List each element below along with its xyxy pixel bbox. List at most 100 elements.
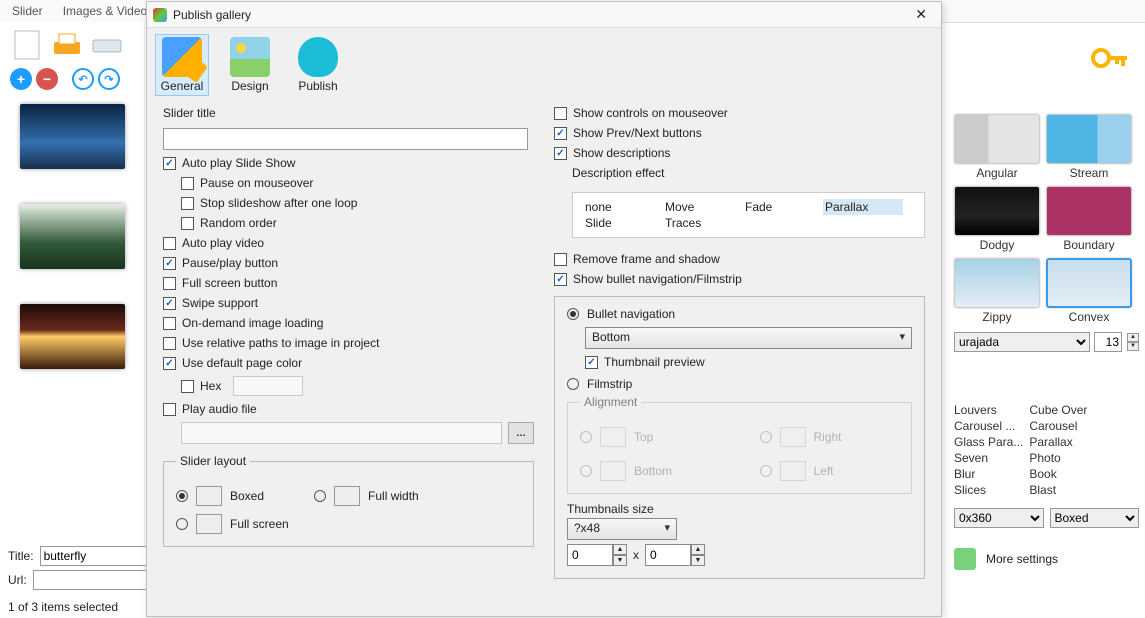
chk-ondemand-loading[interactable]: On-demand image loading [163,316,534,330]
sidebar-small-tools: + − ↶ ↷ [0,68,144,96]
navigation-fieldset: Bullet navigation Bottom ✓Thumbnail prev… [554,296,925,579]
effect-item[interactable]: Slices [954,482,1023,498]
font-select[interactable]: urajada [954,332,1090,352]
effects-list-right[interactable]: Cube OverCarouselParallaxPhotoBookBlast [1029,402,1087,498]
app-icon [153,8,167,22]
image-thumb[interactable] [20,104,125,169]
chk-pause-play-button[interactable]: ✓Pause/play button [163,256,534,270]
template-zippy[interactable]: Zippy [954,258,1040,324]
effect-item[interactable]: Carousel ... [954,418,1023,434]
radio-align-top[interactable]: Top [580,427,720,447]
thumbs-size-select[interactable]: ?x48 [567,518,677,540]
rotate-right-icon[interactable]: ↷ [98,68,120,90]
remove-button[interactable]: − [36,68,58,90]
font-size-input[interactable] [1094,332,1122,352]
template-dodgy[interactable]: Dodgy [954,186,1040,252]
size-select[interactable]: 0x360 [954,508,1044,528]
general-icon [162,37,202,77]
radio-align-bottom[interactable]: Bottom [580,461,720,481]
close-button[interactable]: ✕ [911,4,931,25]
shape-select[interactable]: Boxed [1050,508,1140,528]
bottom-meta: Title: Url: 1 of 3 items selected [8,542,143,614]
effect-item[interactable]: Louvers [954,402,1023,418]
tab-slider[interactable]: Slider [8,2,47,20]
image-thumb[interactable] [20,304,125,369]
radio-align-left[interactable]: Left [760,461,900,481]
more-settings-button[interactable]: More settings [954,548,1139,570]
chk-stop-after-loop[interactable]: Stop slideshow after one loop [181,196,534,210]
chk-bullet-filmstrip[interactable]: ✓Show bullet navigation/Filmstrip [554,272,925,286]
chk-hex[interactable]: Hex [181,376,534,396]
desc-effect-option[interactable]: Fade [743,199,823,215]
desc-effect-option[interactable]: Move [663,199,743,215]
effects-list-left[interactable]: LouversCarousel ...Glass Para...SevenBlu… [954,402,1023,498]
desc-effect-option[interactable]: Parallax [823,199,903,215]
thumb-height-input[interactable]: ▲▼ [645,544,705,566]
chk-controls-mouseover[interactable]: Show controls on mouseover [554,106,925,120]
radio-fullwidth[interactable]: Full width [314,486,419,506]
template-boundary[interactable]: Boundary [1046,186,1132,252]
effect-item[interactable]: Photo [1029,450,1087,466]
drive-icon[interactable] [90,28,124,62]
add-button[interactable]: + [10,68,32,90]
tab-images-videos[interactable]: Images & Videos [59,2,158,20]
chk-default-page-color[interactable]: ✓Use default page color [163,356,534,370]
chk-fullscreen-button[interactable]: Full screen button [163,276,534,290]
tab-publish-label: Publish [298,79,337,93]
effect-item[interactable]: Blast [1029,482,1087,498]
chk-prev-next[interactable]: ✓Show Prev/Next buttons [554,126,925,140]
tab-general[interactable]: General [155,34,209,96]
hex-input[interactable] [233,376,303,396]
chk-autoplay-video[interactable]: Auto play video [163,236,534,250]
bullet-position-select[interactable]: Bottom [585,327,912,349]
align-top-icon [600,427,626,447]
image-thumb[interactable] [20,204,125,269]
template-label: Convex [1069,310,1110,324]
slider-title-input[interactable] [163,128,528,150]
radio-bullet-nav[interactable]: Bullet navigation [567,307,912,321]
chk-autoplay-slideshow[interactable]: ✓Auto play Slide Show [163,156,534,170]
effect-item[interactable]: Cube Over [1029,402,1087,418]
audio-file-input[interactable] [181,422,502,444]
printer-icon[interactable] [50,28,84,62]
template-angular[interactable]: Angular [954,114,1040,180]
thumbnail-list [0,96,144,377]
effect-item[interactable]: Glass Para... [954,434,1023,450]
chk-pause-mouseover[interactable]: Pause on mouseover [181,176,534,190]
font-size-spinner[interactable]: ▲▼ [1127,333,1139,351]
settings-icon [954,548,976,570]
chk-remove-frame[interactable]: Remove frame and shadow [554,252,925,266]
chk-play-audio[interactable]: Play audio file [163,402,534,416]
sidebar: + − ↶ ↷ [0,22,145,582]
template-label: Angular [976,166,1017,180]
template-convex[interactable]: Convex [1046,258,1132,324]
desc-effect-option[interactable]: Slide [583,215,663,231]
effect-item[interactable]: Blur [954,466,1023,482]
chk-thumbnail-preview[interactable]: ✓Thumbnail preview [585,355,912,369]
slider-layout-legend: Slider layout [176,454,250,468]
template-stream[interactable]: Stream [1046,114,1132,180]
effect-item[interactable]: Carousel [1029,418,1087,434]
radio-filmstrip[interactable]: Filmstrip [567,377,912,391]
chk-swipe-support[interactable]: ✓Swipe support [163,296,534,310]
key-icon[interactable] [1091,44,1131,80]
desc-effect-option[interactable]: Traces [663,215,743,231]
chk-show-descriptions[interactable]: ✓Show descriptions [554,146,925,160]
effect-item[interactable]: Seven [954,450,1023,466]
desc-effect-option[interactable]: none [583,199,663,215]
chk-relative-paths[interactable]: Use relative paths to image in project [163,336,534,350]
effect-item[interactable]: Book [1029,466,1087,482]
tab-design[interactable]: Design [223,34,277,96]
paper-icon[interactable] [10,28,44,62]
radio-fullscreen[interactable]: Full screen [176,514,289,534]
chk-random-order[interactable]: Random order [181,216,534,230]
rotate-left-icon[interactable]: ↶ [72,68,94,90]
browse-audio-button[interactable]: … [508,422,534,444]
template-thumb [954,114,1040,164]
thumb-width-input[interactable]: ▲▼ [567,544,627,566]
effect-item[interactable]: Parallax [1029,434,1087,450]
radio-align-right[interactable]: Right [760,427,900,447]
desc-effects-list[interactable]: noneMoveFadeParallax SlideTraces [572,192,925,238]
radio-boxed[interactable]: Boxed [176,486,264,506]
tab-publish[interactable]: Publish [291,34,345,96]
